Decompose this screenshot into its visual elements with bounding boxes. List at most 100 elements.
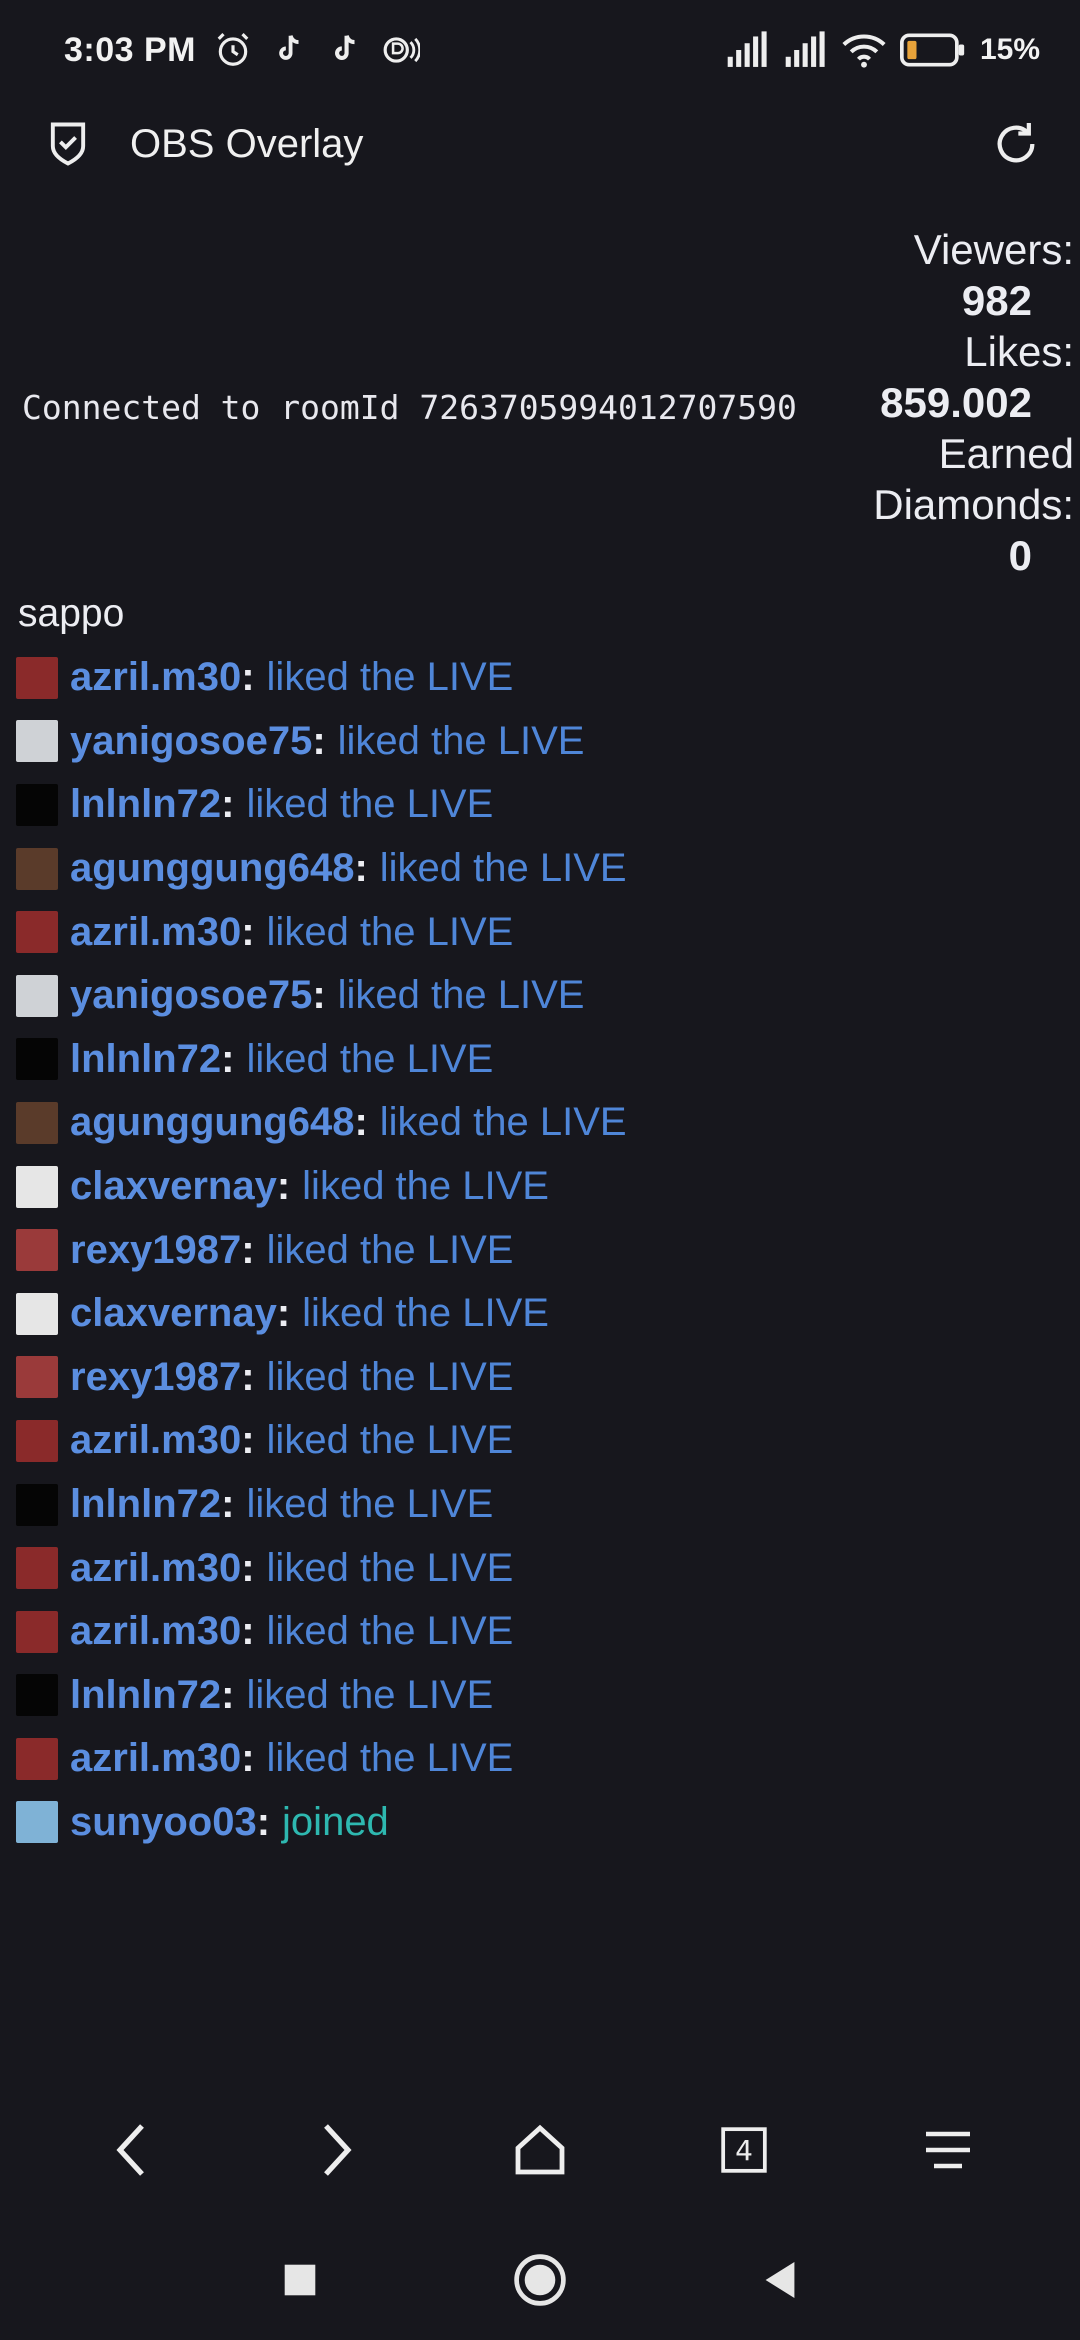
feed-item: claxvernay: liked the LIVE: [16, 1155, 1066, 1219]
feed-username[interactable]: rexy1987: [70, 1355, 241, 1400]
system-nav-bar: [0, 2220, 1080, 2340]
feed-action: liked the LIVE: [266, 909, 514, 954]
feed-item: lnlnln72: liked the LIVE: [16, 1664, 1066, 1728]
feed-item: lnlnln72: liked the LIVE: [16, 773, 1066, 837]
feed-item: yanigosoe75: liked the LIVE: [16, 964, 1066, 1028]
feed-username[interactable]: lnlnln72: [70, 782, 221, 827]
avatar[interactable]: [16, 1356, 58, 1399]
feed-action: liked the LIVE: [266, 1609, 514, 1654]
feed-username[interactable]: azril.m30: [70, 1418, 241, 1463]
feed-item: azril.m30: liked the LIVE: [16, 1600, 1066, 1664]
shield-icon[interactable]: [42, 118, 94, 170]
tiktok-icon: [326, 31, 364, 69]
avatar[interactable]: [16, 1610, 58, 1653]
home-icon[interactable]: [505, 2115, 575, 2185]
likes-label: Likes:: [964, 328, 1074, 375]
feed-action: liked the LIVE: [379, 1100, 627, 1145]
feed-item: azril.m30: liked the LIVE: [16, 1536, 1066, 1600]
feed-separator: :: [354, 1100, 368, 1145]
battery-percent: 15%: [979, 33, 1040, 66]
avatar[interactable]: [16, 1419, 58, 1462]
feed-username[interactable]: azril.m30: [70, 910, 241, 955]
feed-separator: :: [312, 973, 326, 1018]
feed-item: agunggung648: liked the LIVE: [16, 1091, 1066, 1155]
feed-username[interactable]: agunggung648: [70, 846, 354, 891]
viewers-value: 982: [961, 277, 1032, 324]
avatar[interactable]: [16, 1101, 58, 1144]
feed-separator: :: [256, 1799, 271, 1844]
feed-separator: :: [276, 1291, 291, 1336]
status-bar-right: 15%: [726, 31, 1040, 69]
avatar[interactable]: [16, 847, 58, 890]
feed-separator: :: [221, 1672, 235, 1717]
feed-item: rexy1987: liked the LIVE: [16, 1346, 1066, 1410]
feed-username[interactable]: claxvernay: [70, 1164, 277, 1209]
feed-username[interactable]: azril.m30: [70, 1609, 241, 1654]
feed-username[interactable]: lnlnln72: [70, 1673, 221, 1718]
feed-item: azril.m30: liked the LIVE: [16, 1727, 1066, 1791]
feed-action: liked the LIVE: [337, 973, 585, 1018]
status-bar-left: 3:03 PM: [64, 31, 420, 70]
viewers-label: Viewers:: [913, 226, 1074, 273]
forward-icon[interactable]: [301, 2115, 371, 2185]
feed-username[interactable]: rexy1987: [70, 1228, 241, 1273]
feed-username[interactable]: lnlnln72: [70, 1037, 221, 1082]
feed-action: liked the LIVE: [302, 1291, 549, 1336]
feed-separator: :: [276, 1164, 291, 1209]
avatar[interactable]: [16, 1483, 58, 1526]
feed-action: liked the LIVE: [246, 782, 494, 827]
avatar[interactable]: [16, 1801, 58, 1844]
diamonds-value: 0: [1008, 532, 1032, 579]
feed-action: liked the LIVE: [337, 718, 585, 763]
avatar[interactable]: [16, 974, 58, 1017]
avatar[interactable]: [16, 720, 58, 763]
feed-action: joined: [282, 1799, 389, 1844]
feed-action: liked the LIVE: [246, 1036, 494, 1081]
overlay-header: Connected to roomId 7263705994012707590 …: [0, 188, 1080, 588]
feed-username[interactable]: yanigosoe75: [70, 973, 312, 1018]
avatar[interactable]: [16, 1737, 58, 1780]
status-bar: 3:03 PM 15%: [0, 0, 1080, 100]
feed-username[interactable]: agunggung648: [70, 1100, 354, 1145]
avatar[interactable]: [16, 1547, 58, 1590]
avatar[interactable]: [16, 1229, 58, 1272]
feed-item: azril.m30: liked the LIVE: [16, 1409, 1066, 1473]
tabs-button[interactable]: 4: [709, 2115, 779, 2185]
feed-username[interactable]: yanigosoe75: [70, 719, 312, 764]
signal-icon: [784, 31, 828, 69]
diamonds-label-line1: Earned: [938, 430, 1074, 477]
avatar[interactable]: [16, 1165, 58, 1208]
feed-separator: :: [241, 1609, 255, 1654]
feed-action: liked the LIVE: [266, 1736, 514, 1781]
feed-username[interactable]: lnlnln72: [70, 1482, 221, 1527]
feed-separator: :: [312, 718, 326, 763]
avatar[interactable]: [16, 911, 58, 954]
feed-item: claxvernay: liked the LIVE: [16, 1282, 1066, 1346]
signal-icon: [726, 31, 770, 69]
feed-item: rexy1987: liked the LIVE: [16, 1218, 1066, 1282]
likes-value: 859.002: [880, 379, 1032, 426]
avatar[interactable]: [16, 1292, 58, 1335]
back-nav-icon[interactable]: [750, 2250, 810, 2310]
back-icon[interactable]: [97, 2115, 167, 2185]
battery-icon: [899, 31, 966, 69]
avatar[interactable]: [16, 656, 58, 699]
recents-icon[interactable]: [270, 2250, 330, 2310]
feed-item: azril.m30: liked the LIVE: [16, 646, 1066, 710]
feed-username[interactable]: azril.m30: [70, 1546, 241, 1591]
avatar[interactable]: [16, 1674, 58, 1717]
feed-item: sunyoo03: joined: [16, 1791, 1066, 1855]
home-nav-icon[interactable]: [510, 2250, 570, 2310]
feed-separator: :: [221, 782, 235, 827]
avatar[interactable]: [16, 783, 58, 826]
menu-icon[interactable]: [913, 2115, 983, 2185]
feed-username[interactable]: sunyoo03: [70, 1800, 257, 1845]
feed-username[interactable]: claxvernay: [70, 1291, 277, 1336]
feed-action: liked the LIVE: [246, 1482, 494, 1527]
feed-username[interactable]: azril.m30: [70, 655, 241, 700]
avatar[interactable]: [16, 1038, 58, 1081]
feed-action: liked the LIVE: [246, 1672, 494, 1717]
feed-username[interactable]: azril.m30: [70, 1736, 241, 1781]
feed-action: liked the LIVE: [266, 1545, 514, 1590]
refresh-icon[interactable]: [988, 116, 1044, 172]
